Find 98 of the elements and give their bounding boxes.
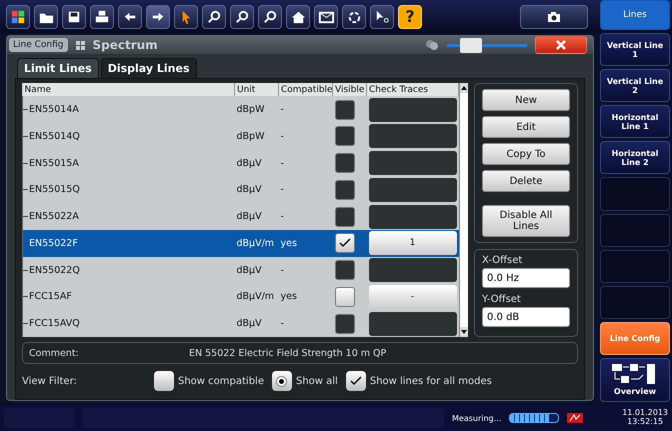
radio-button[interactable] [272, 371, 292, 391]
compatible-cell: - [280, 211, 284, 222]
compatible-cell: - [280, 264, 284, 276]
toolbar-button[interactable] [342, 4, 366, 28]
softkey-menu-title[interactable]: Lines [600, 0, 670, 30]
column-header[interactable]: Visible [332, 83, 366, 96]
disable-all-button[interactable]: Disable All Lines [482, 205, 570, 237]
close-icon [555, 40, 567, 50]
softkey[interactable]: Horizontal Line 2 [600, 141, 670, 174]
table-row[interactable]: EN55022F dBµV/m yes 1 [22, 230, 458, 257]
check-icon [338, 238, 350, 248]
x-offset-field[interactable]: 0.0 Hz [482, 268, 570, 288]
camera-icon [547, 10, 561, 22]
column-header[interactable]: Name [22, 83, 234, 96]
unit-cell: dBµV/m [236, 238, 274, 249]
option-label: Show compatible [178, 376, 264, 386]
softkey[interactable]: Horizontal Line 1 [600, 105, 670, 138]
checkbox[interactable] [346, 371, 366, 391]
slider-thumb[interactable] [460, 38, 482, 52]
option-label: Show all [296, 376, 338, 386]
option-label: Show lines for all modes [370, 376, 492, 386]
field-label: Y-Offset [482, 294, 522, 305]
compatible-cell: - [280, 130, 284, 142]
toolbar-button[interactable] [258, 4, 282, 28]
screenshot-button[interactable] [520, 4, 588, 28]
check-traces-button[interactable]: - [368, 284, 456, 309]
unit-cell: dBµV [236, 264, 262, 276]
check-icon [350, 376, 362, 386]
action-button[interactable]: Copy To [482, 143, 570, 165]
line-name: FCC15AVQ [29, 318, 80, 330]
grid-icon [76, 40, 84, 50]
toolbar-button[interactable] [286, 4, 310, 28]
network-icon [567, 413, 584, 423]
unit-cell: dBµV/m [236, 291, 274, 302]
dialog-title: Spectrum [92, 38, 159, 52]
toolbar-button[interactable] [202, 4, 226, 28]
column-header[interactable]: Check Traces [366, 83, 458, 96]
circles-icon [425, 39, 439, 51]
field-label: X-Offset [482, 255, 524, 266]
unit-cell: dBµV [236, 184, 262, 196]
tab[interactable]: Display Lines [100, 58, 197, 78]
column-header[interactable]: Compatible [278, 83, 332, 96]
line-name: EN55014A [29, 104, 79, 116]
toolbar-button[interactable] [230, 4, 254, 28]
scrollbar[interactable] [459, 83, 468, 337]
radio-button[interactable] [154, 371, 174, 391]
close-button[interactable] [535, 36, 587, 54]
line-name: EN55015Q [29, 184, 80, 196]
comment-label: Comment: [29, 348, 80, 358]
toolbar-button[interactable] [62, 4, 86, 28]
line-name: FCC15AF [29, 291, 72, 302]
visible-checkbox[interactable] [334, 286, 354, 307]
line-name: EN55022Q [29, 264, 80, 276]
compatible-cell: yes [280, 238, 297, 249]
filter-label: View Filter: [22, 376, 78, 386]
softkey[interactable]: Vertical Line 1 [600, 33, 670, 66]
visible-checkbox[interactable] [334, 233, 354, 254]
line-name: EN55022A [29, 211, 79, 222]
check-traces-button[interactable]: 1 [368, 231, 456, 256]
toolbar-button[interactable] [370, 4, 394, 28]
help-button[interactable]: ? [398, 4, 422, 28]
action-button[interactable]: New [482, 89, 570, 111]
softkey[interactable]: Vertical Line 2 [600, 69, 670, 102]
status-text: Measuring... [452, 414, 502, 422]
unit-cell: dBµV [236, 318, 262, 330]
compatible-cell: - [280, 104, 284, 116]
compatible-cell: - [280, 158, 284, 169]
toolbar-button[interactable] [174, 4, 198, 28]
toolbar-button[interactable] [146, 4, 170, 28]
scroll-up-icon [461, 86, 467, 90]
status-time: 13:52:15 [627, 418, 664, 427]
line-name: EN55022F [29, 238, 78, 249]
compatible-cell: - [280, 184, 284, 196]
comment-text: EN 55022 Electric Field Strength 10 m QP [189, 348, 386, 358]
unit-cell: dBpW [236, 130, 264, 142]
table-row[interactable]: FCC15AF dBµV/m yes - [22, 284, 458, 310]
y-offset-field[interactable]: 0.0 dB [482, 307, 570, 327]
radio-dot-icon [277, 376, 286, 386]
line-name: EN55014Q [29, 130, 80, 142]
dialog-tab[interactable]: Line Config [9, 38, 68, 52]
action-button[interactable]: Delete [482, 170, 570, 192]
unit-cell: dBµV [236, 211, 262, 222]
column-header[interactable]: Unit [234, 83, 278, 96]
unit-cell: dBpW [236, 104, 264, 116]
toolbar-button[interactable] [90, 4, 114, 28]
tab[interactable]: Limit Lines [17, 58, 99, 78]
toolbar-button[interactable] [6, 4, 30, 28]
action-button[interactable]: Edit [482, 116, 570, 138]
compatible-cell: - [280, 318, 284, 330]
line-name: EN55015A [29, 158, 79, 169]
toolbar-button[interactable] [314, 4, 338, 28]
overview-softkey[interactable]: Overview [600, 358, 670, 402]
toolbar-button[interactable] [34, 4, 58, 28]
compatible-cell: yes [280, 291, 297, 302]
unit-cell: dBµV [236, 158, 262, 169]
toolbar-button[interactable] [118, 4, 142, 28]
scroll-down-icon [461, 330, 467, 334]
status-date: 11.01.2013 [622, 409, 668, 418]
